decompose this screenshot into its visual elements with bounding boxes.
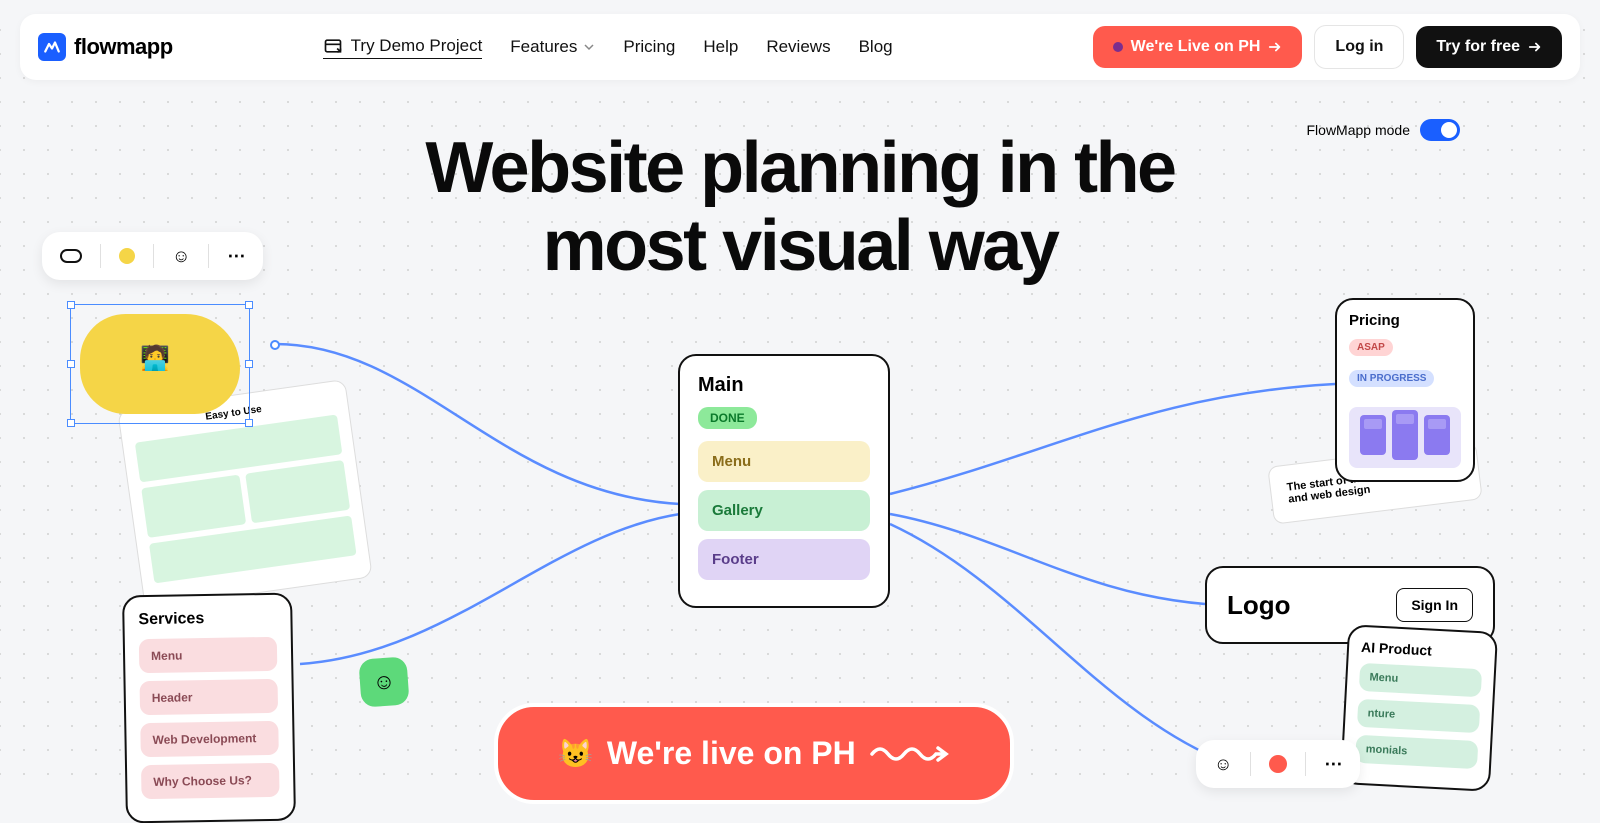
pricing-thumbnails bbox=[1349, 407, 1461, 468]
nav-reviews[interactable]: Reviews bbox=[766, 37, 830, 57]
squiggle-icon bbox=[870, 742, 950, 766]
logo-mark-icon bbox=[38, 33, 66, 61]
logo-text: Logo bbox=[1227, 590, 1291, 621]
resize-handle[interactable] bbox=[245, 301, 253, 309]
window-icon bbox=[323, 36, 343, 56]
section-row[interactable]: Web Development bbox=[140, 721, 279, 757]
badge-row: ASAP IN PROGRESS bbox=[1349, 337, 1461, 399]
hero-title: Website planning in the most visual way bbox=[0, 130, 1600, 286]
divider bbox=[1250, 752, 1251, 776]
resize-handle[interactable] bbox=[67, 419, 75, 427]
connector-handle[interactable] bbox=[270, 340, 280, 350]
resize-handle[interactable] bbox=[67, 360, 75, 368]
button-label: Try for free bbox=[1436, 38, 1520, 56]
wireframe-block bbox=[141, 475, 246, 538]
nav-blog[interactable]: Blog bbox=[859, 37, 893, 57]
nav: Try Demo Project Features Pricing Help R… bbox=[323, 36, 893, 59]
services-card[interactable]: Services Menu Header Web Development Why… bbox=[122, 593, 296, 823]
section-row[interactable]: nture bbox=[1357, 699, 1480, 733]
divider bbox=[1305, 752, 1306, 776]
main-card[interactable]: Main DONE Menu Gallery Footer bbox=[678, 354, 890, 608]
mode-toggle[interactable] bbox=[1420, 119, 1460, 141]
section-row[interactable]: monials bbox=[1355, 735, 1478, 769]
section-row[interactable]: Gallery bbox=[698, 490, 870, 531]
live-on-ph-button[interactable]: We're Live on PH bbox=[1093, 26, 1303, 68]
header-actions: We're Live on PH Log in Try for free bbox=[1093, 25, 1562, 69]
nav-features[interactable]: Features bbox=[510, 37, 595, 57]
section-row[interactable]: Menu bbox=[1359, 663, 1482, 697]
arrow-right-icon bbox=[1528, 40, 1542, 54]
section-row[interactable]: Menu bbox=[139, 637, 278, 673]
section-row[interactable]: Footer bbox=[698, 539, 870, 580]
header: flowmapp Try Demo Project Features Prici… bbox=[20, 14, 1580, 80]
more-tool-icon[interactable]: ⋯ bbox=[1324, 754, 1342, 775]
smiley-sticker[interactable]: ☺ bbox=[358, 656, 409, 707]
chevron-down-icon bbox=[583, 41, 595, 53]
mode-label: FlowMapp mode bbox=[1307, 122, 1411, 138]
button-label: We're Live on PH bbox=[1131, 38, 1261, 56]
logo[interactable]: flowmapp bbox=[38, 33, 173, 61]
arrow-right-icon bbox=[1268, 40, 1282, 54]
status-badge: IN PROGRESS bbox=[1349, 370, 1434, 387]
nav-help[interactable]: Help bbox=[703, 37, 738, 57]
brand-name: flowmapp bbox=[74, 34, 173, 60]
ph-dot-icon bbox=[1113, 42, 1123, 52]
status-badge: DONE bbox=[698, 407, 757, 429]
color-tool-icon[interactable] bbox=[1269, 755, 1287, 773]
pricing-card[interactable]: Pricing ASAP IN PROGRESS bbox=[1335, 298, 1475, 482]
try-free-button[interactable]: Try for free bbox=[1416, 26, 1562, 68]
thumb-icon bbox=[1392, 410, 1418, 460]
emoji-tool-icon[interactable]: ☺ bbox=[1214, 754, 1232, 775]
selected-shape[interactable]: 🧑‍💻 bbox=[70, 304, 250, 424]
card-title: Pricing bbox=[1349, 312, 1461, 329]
ai-product-card[interactable]: AI Product Menu nture monials bbox=[1340, 624, 1498, 792]
nav-pricing[interactable]: Pricing bbox=[623, 37, 675, 57]
cat-icon: 😺 bbox=[558, 737, 593, 770]
nav-try-demo[interactable]: Try Demo Project bbox=[323, 36, 483, 59]
card-title: AI Product bbox=[1361, 639, 1484, 661]
thumb-icon bbox=[1424, 415, 1450, 455]
resize-handle[interactable] bbox=[245, 360, 253, 368]
card-title: Services bbox=[138, 609, 276, 629]
floating-toolbar-bottom: ☺ ⋯ bbox=[1196, 740, 1360, 788]
wireframe-block bbox=[245, 460, 350, 523]
resize-handle[interactable] bbox=[67, 301, 75, 309]
section-row[interactable]: Why Choose Us? bbox=[141, 763, 280, 799]
banner-label: We're live on PH bbox=[607, 735, 856, 772]
nav-label: Try Demo Project bbox=[351, 36, 483, 56]
signin-button[interactable]: Sign In bbox=[1396, 588, 1473, 622]
section-row[interactable]: Menu bbox=[698, 441, 870, 482]
status-badge: ASAP bbox=[1349, 339, 1393, 356]
card-title: Main bbox=[698, 374, 870, 397]
section-row[interactable]: Header bbox=[140, 679, 279, 715]
wireframe-grid bbox=[135, 414, 357, 583]
hero-line-1: Website planning in the bbox=[425, 128, 1174, 208]
nav-label: Features bbox=[510, 37, 577, 57]
login-button[interactable]: Log in bbox=[1314, 25, 1404, 69]
mode-toggle-group: FlowMapp mode bbox=[1307, 119, 1461, 141]
selection-box bbox=[70, 304, 250, 424]
thumb-icon bbox=[1360, 415, 1386, 455]
ph-banner-button[interactable]: 😺 We're live on PH bbox=[494, 703, 1014, 804]
hero-line-2: most visual way bbox=[543, 206, 1058, 286]
resize-handle[interactable] bbox=[245, 419, 253, 427]
